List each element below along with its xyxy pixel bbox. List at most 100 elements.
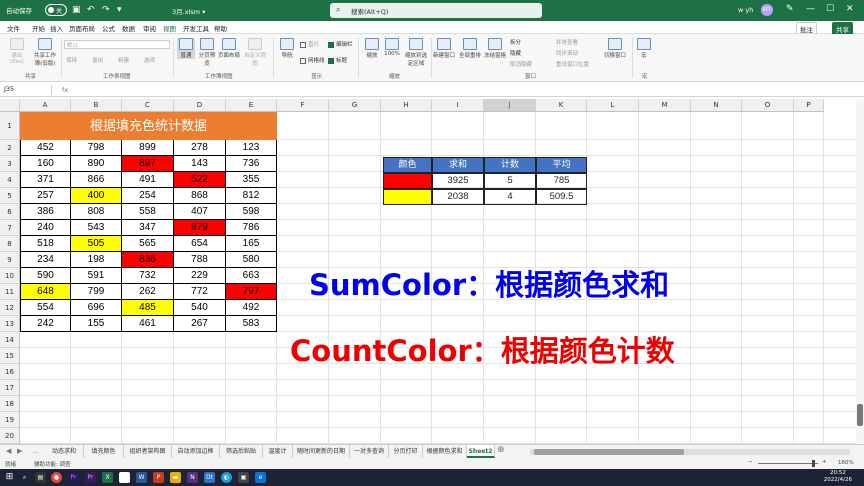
tab-home[interactable]: 开始 — [32, 23, 45, 33]
data-cell[interactable]: 897 — [122, 156, 174, 172]
row-header[interactable]: 18 — [0, 396, 20, 412]
sheet-tab[interactable]: 填充颜色 — [84, 445, 124, 458]
summary-count-cell[interactable]: 4 — [484, 189, 536, 205]
zoom-out-icon[interactable]: − — [748, 459, 753, 465]
data-cell[interactable]: 491 — [122, 172, 174, 188]
switch-window-button[interactable]: 切换窗口 — [602, 38, 628, 59]
data-cell[interactable]: 229 — [174, 268, 226, 284]
tab-file[interactable]: 文件 — [7, 23, 20, 33]
windows-start-icon[interactable]: ⊞ — [4, 472, 15, 483]
app-icon[interactable] — [119, 472, 130, 483]
clock[interactable]: 20:52 2022/4/26 — [824, 470, 852, 484]
view-side-by-side-button[interactable]: 并排查看 — [556, 38, 578, 46]
data-cell[interactable]: 400 — [71, 188, 122, 204]
data-cell[interactable]: 899 — [122, 140, 174, 156]
column-header[interactable]: F — [277, 99, 329, 112]
keep-button[interactable]: 保持 — [66, 56, 77, 64]
data-cell[interactable]: 583 — [226, 316, 277, 332]
data-cell[interactable]: 654 — [174, 236, 226, 252]
data-cell[interactable]: 492 — [226, 300, 277, 316]
column-header[interactable]: A — [20, 99, 71, 112]
data-cell[interactable]: 123 — [226, 140, 277, 156]
data-cell[interactable]: 234 — [20, 252, 71, 268]
data-cell[interactable]: 160 — [20, 156, 71, 172]
tab-data[interactable]: 数据 — [122, 23, 135, 33]
data-cell[interactable]: 590 — [20, 268, 71, 284]
prev-sheet-icon[interactable]: ◀ — [6, 447, 11, 455]
data-cell[interactable]: 371 — [20, 172, 71, 188]
arrange-all-button[interactable]: 全部重排 — [458, 38, 482, 59]
data-cell[interactable]: 155 — [71, 316, 122, 332]
tab-page-layout[interactable]: 页面布局 — [69, 23, 95, 33]
vertical-scrollbar[interactable] — [856, 99, 864, 444]
redo-icon[interactable]: ↷ — [102, 5, 110, 15]
data-cell[interactable]: 799 — [71, 284, 122, 300]
column-header[interactable]: C — [122, 99, 174, 112]
avatar[interactable]: WY — [761, 4, 773, 16]
zoom-selection-button[interactable]: 缩放到选定区域 — [403, 38, 429, 67]
data-cell[interactable]: 558 — [122, 204, 174, 220]
tab-developer[interactable]: 开发工具 — [183, 23, 209, 33]
zoom-button[interactable]: 缩放 — [363, 38, 381, 59]
add-sheet-icon[interactable]: ⊕ — [497, 445, 505, 455]
sheet-view-dropdown[interactable]: 默认 — [64, 40, 170, 49]
navigation-button[interactable]: 导航 — [278, 38, 296, 59]
row-header[interactable]: 7 — [0, 220, 20, 236]
file-name[interactable]: 3月.xlsm ▾ — [172, 6, 205, 16]
zoom-level[interactable]: 160% — [838, 460, 854, 466]
row-header[interactable]: 13 — [0, 316, 20, 332]
data-cell[interactable]: 518 — [20, 236, 71, 252]
normal-view-button[interactable]: 普通 — [177, 38, 195, 59]
scroll-thumb[interactable] — [857, 404, 863, 426]
reset-window-button[interactable]: 重设窗口位置 — [556, 60, 589, 68]
word-icon[interactable]: W — [136, 472, 147, 483]
data-cell[interactable]: 522 — [174, 172, 226, 188]
hide-button[interactable]: 隐藏 — [510, 49, 521, 57]
data-cell[interactable]: 485 — [122, 300, 174, 316]
sheet-tab[interactable]: Sheet2 — [467, 445, 495, 458]
app-icon[interactable]: ▣ — [238, 472, 249, 483]
data-cell[interactable]: 407 — [174, 204, 226, 220]
data-cell[interactable]: 808 — [71, 204, 122, 220]
data-cell[interactable]: 278 — [174, 140, 226, 156]
data-cell[interactable]: 732 — [122, 268, 174, 284]
column-header[interactable]: B — [71, 99, 122, 112]
save-icon[interactable]: ▣ — [72, 5, 81, 15]
summary-sum-cell[interactable]: 3925 — [432, 173, 484, 189]
zoom-100-button[interactable]: 100% — [383, 38, 401, 57]
data-cell[interactable]: 868 — [174, 188, 226, 204]
customize-qat-icon[interactable]: ▾ — [117, 5, 122, 15]
close-icon[interactable]: ✕ — [846, 4, 854, 14]
horizontal-scrollbar[interactable] — [530, 449, 850, 455]
share-workbook-button[interactable]: 共享工作簿(旧版) — [32, 38, 58, 67]
powerpoint-icon[interactable]: P — [153, 472, 164, 483]
data-cell[interactable]: 554 — [20, 300, 71, 316]
data-cell[interactable]: 598 — [226, 204, 277, 220]
column-header[interactable]: L — [587, 99, 639, 112]
data-cell[interactable]: 242 — [20, 316, 71, 332]
exit-button[interactable]: 退出(Esc) — [6, 38, 28, 65]
select-all-corner[interactable] — [0, 99, 20, 112]
undo-icon[interactable]: ↶ — [87, 5, 95, 15]
data-cell[interactable]: 565 — [122, 236, 174, 252]
summary-header-cell[interactable]: 计数 — [484, 157, 536, 173]
data-cell[interactable]: 540 — [174, 300, 226, 316]
next-sheet-icon[interactable]: ▶ — [17, 447, 22, 455]
app-icon[interactable]: e — [255, 472, 266, 483]
data-cell[interactable]: 580 — [226, 252, 277, 268]
row-header[interactable]: 3 — [0, 156, 20, 172]
column-header[interactable]: G — [329, 99, 381, 112]
row-header[interactable]: 2 — [0, 140, 20, 156]
user-name[interactable]: w yh — [738, 6, 753, 14]
worksheet-grid[interactable]: 根据填充色统计数据 颜色 求和 计数 平均 3925 5 785 2038 4 509.5 Sum… — [0, 99, 864, 444]
autosave-toggle[interactable]: 关 — [45, 4, 67, 16]
row-header[interactable]: 9 — [0, 252, 20, 268]
sync-scroll-button[interactable]: 同步滚动 — [556, 49, 578, 57]
formula-bar-checkbox[interactable]: 编辑栏 — [328, 40, 353, 48]
row-header[interactable]: 20 — [0, 428, 20, 444]
summary-header-cell[interactable]: 平均 — [536, 157, 587, 173]
custom-view-button[interactable]: 自定义视图 — [242, 38, 268, 67]
data-cell[interactable]: 262 — [122, 284, 174, 300]
zoom-in-icon[interactable]: + — [822, 459, 827, 465]
column-header[interactable]: I — [432, 99, 484, 112]
